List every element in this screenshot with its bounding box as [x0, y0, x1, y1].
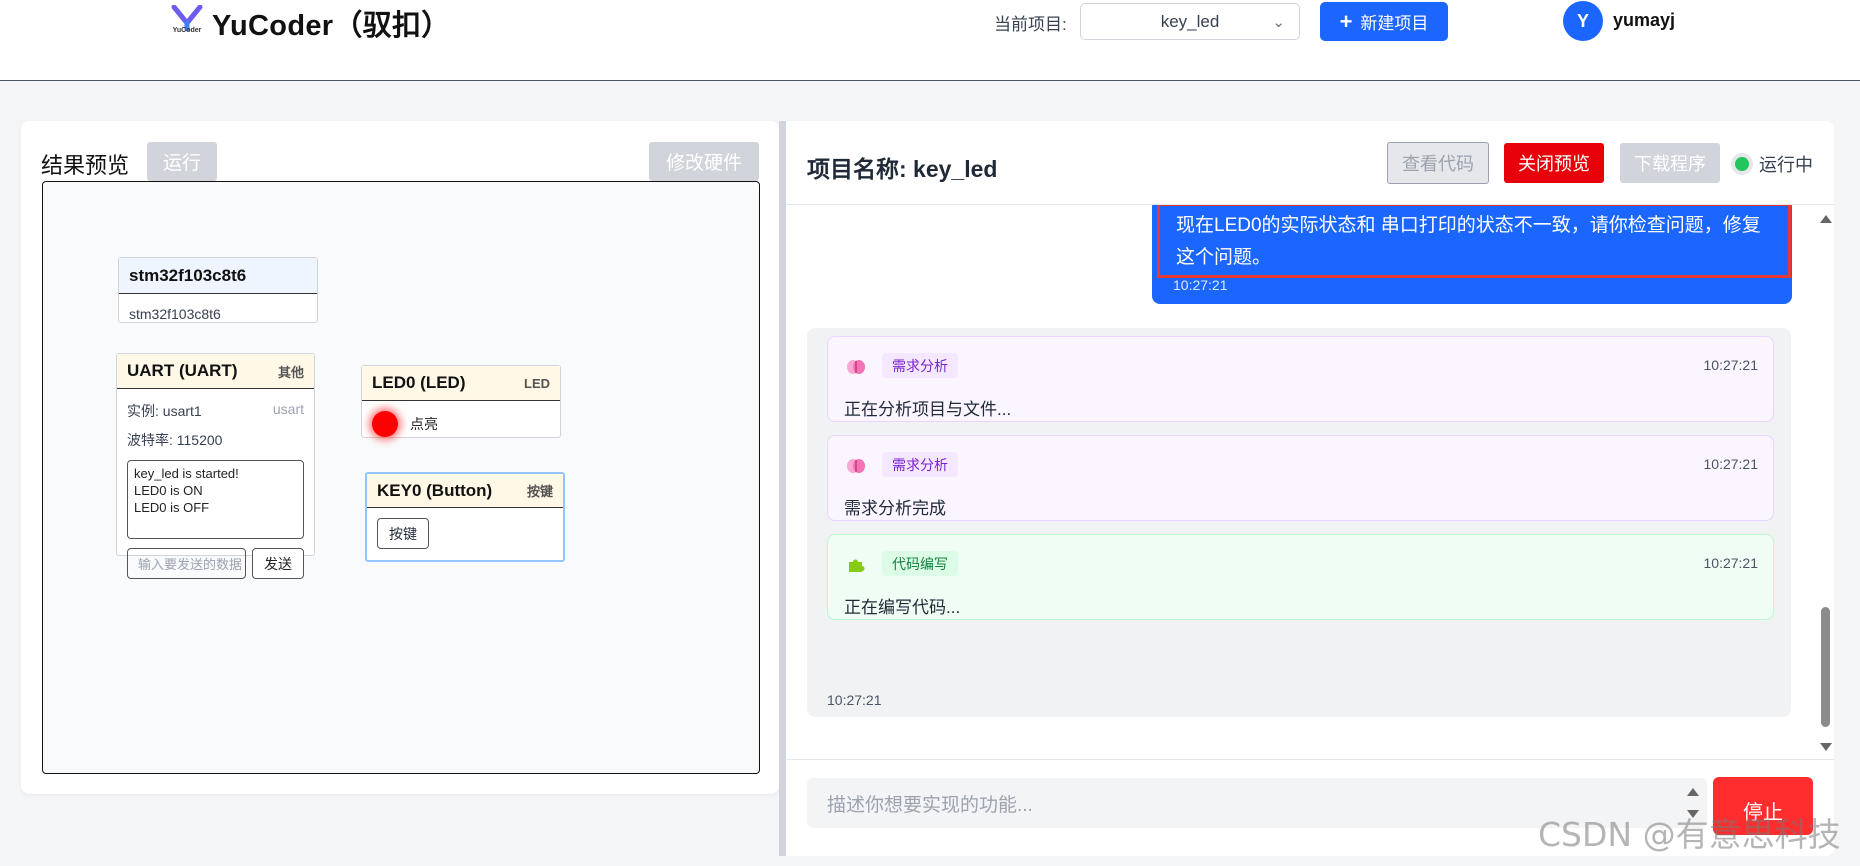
- chat-panel: 项目名称: key_led 查看代码 关闭预览 下载程序 运行中 现在LED0的…: [786, 121, 1834, 856]
- uart-baud-label: 波特率: 115200: [127, 432, 223, 448]
- step-badge: 需求分析: [882, 452, 958, 477]
- avatar[interactable]: Y: [1563, 1, 1603, 41]
- chat-panel-header: 项目名称: key_led 查看代码 关闭预览 下载程序 运行中: [786, 121, 1834, 205]
- key-press-button[interactable]: 按键: [377, 518, 429, 549]
- step-badge: 代码编写: [882, 551, 958, 576]
- hardware-canvas[interactable]: stm32f103c8t6 stm32f103c8t6 UART (UART) …: [42, 181, 760, 774]
- led-state-label: 点亮: [410, 416, 438, 432]
- project-select-value: key_led: [1160, 11, 1220, 31]
- close-preview-button[interactable]: 关闭预览: [1504, 143, 1604, 183]
- step-text: 需求分析完成: [844, 499, 946, 518]
- result-preview-panel: 结果预览 运行 修改硬件 stm32f103c8t6 stm32f103c8t6…: [21, 121, 779, 794]
- modify-hardware-button[interactable]: 修改硬件: [649, 142, 759, 181]
- app-title: YuCoder（驭扣）: [212, 10, 451, 42]
- step-text: 正在编写代码...: [844, 598, 961, 617]
- ai-step-card: 代码编写 10:27:21 正在编写代码...: [827, 534, 1774, 620]
- ai-group-time: 10:27:21: [827, 692, 882, 708]
- key-node[interactable]: KEY0 (Button) 按键 按键: [365, 472, 565, 562]
- scroll-thumb[interactable]: [1821, 607, 1830, 727]
- run-button[interactable]: 运行: [147, 142, 217, 181]
- ai-step-card: 需求分析 10:27:21 正在分析项目与文件...: [827, 336, 1774, 422]
- panel-splitter[interactable]: [779, 121, 786, 856]
- ai-step-card: 需求分析 10:27:21 需求分析完成: [827, 435, 1774, 521]
- download-program-button[interactable]: 下载程序: [1620, 143, 1720, 183]
- username[interactable]: yumayj: [1613, 10, 1675, 31]
- step-time: 10:27:21: [1703, 357, 1759, 373]
- user-message-text: 现在LED0的实际状态和 串口打印的状态不一致，请你检查问题，修复这个问题。: [1157, 205, 1791, 278]
- led-node-tag: LED: [524, 375, 550, 391]
- step-time: 10:27:21: [1703, 456, 1759, 472]
- chip-node-title: stm32f103c8t6: [119, 258, 317, 294]
- uart-node-tag: 其他: [277, 364, 304, 380]
- uart-node[interactable]: UART (UART) 其他 实例: usart1 usart 波特率: 115…: [116, 353, 315, 579]
- serial-log-line: LED0 is OFF: [134, 500, 210, 515]
- brain-icon: [844, 355, 868, 379]
- new-project-label: 新建项目: [1360, 14, 1429, 33]
- project-name-title: 项目名称: key_led: [807, 156, 998, 182]
- logo-icon: YuCoder: [170, 5, 204, 41]
- logo-subtext: YuCoder: [172, 27, 202, 34]
- user-message: 现在LED0的实际状态和 串口打印的状态不一致，请你检查问题，修复这个问题。 1…: [1152, 205, 1792, 304]
- uart-instance-label: 实例: usart1: [127, 403, 202, 419]
- serial-log[interactable]: key_led is started! LED0 is ON LED0 is O…: [127, 460, 304, 539]
- result-preview-title: 结果预览: [41, 153, 130, 178]
- led-indicator: [372, 411, 398, 437]
- step-text: 正在分析项目与文件...: [844, 400, 1012, 419]
- chat-messages[interactable]: 现在LED0的实际状态和 串口打印的状态不一致，请你检查问题，修复这个问题。 1…: [786, 205, 1834, 759]
- chevron-down-icon: ⌄: [1272, 14, 1285, 31]
- brain-icon: [844, 454, 868, 478]
- led-node[interactable]: LED0 (LED) LED 点亮: [361, 365, 561, 438]
- project-select[interactable]: key_led ⌄: [1080, 3, 1300, 40]
- app-logo[interactable]: YuCoder YuCoder（驭扣）: [170, 2, 451, 44]
- serial-send-button[interactable]: 发送: [252, 548, 304, 579]
- key-node-tag: 按键: [526, 484, 553, 499]
- run-status-label: 运行中: [1759, 155, 1813, 175]
- user-message-time: 10:27:21: [1173, 277, 1228, 293]
- chip-node[interactable]: stm32f103c8t6 stm32f103c8t6: [118, 257, 318, 323]
- uart-instance-type: usart: [272, 401, 304, 417]
- watermark: CSDN @有意思科技: [1538, 815, 1841, 854]
- view-code-button[interactable]: 查看代码: [1387, 142, 1489, 184]
- serial-log-line: key_led is started!: [134, 466, 239, 481]
- scroll-down-arrow-icon[interactable]: [1820, 743, 1832, 751]
- chat-scrollbar[interactable]: [1817, 205, 1834, 759]
- key-node-title: KEY0 (Button): [377, 480, 493, 500]
- chip-node-body: stm32f103c8t6: [129, 306, 221, 322]
- step-time: 10:27:21: [1703, 555, 1759, 571]
- step-badge: 需求分析: [882, 353, 958, 378]
- run-status: 运行中: [1731, 151, 1813, 177]
- serial-send-input[interactable]: 输入要发送的数据: [127, 548, 247, 579]
- scroll-up-arrow-icon[interactable]: [1820, 215, 1832, 223]
- plus-icon: +: [1339, 8, 1353, 34]
- serial-log-line: LED0 is ON: [134, 483, 203, 498]
- input-scroll-up-icon[interactable]: [1687, 788, 1699, 796]
- current-project-label: 当前项目:: [994, 15, 1067, 34]
- ai-message-group: 需求分析 10:27:21 正在分析项目与文件... 需求分析 10:27:21…: [807, 328, 1791, 717]
- puzzle-icon: [844, 553, 868, 577]
- uart-node-title: UART (UART): [127, 361, 238, 380]
- led-node-title: LED0 (LED): [372, 373, 466, 392]
- status-dot-icon: [1731, 153, 1753, 175]
- top-header: YuCoder YuCoder（驭扣） 当前项目: key_led ⌄ + 新建…: [0, 0, 1860, 81]
- new-project-button[interactable]: + 新建项目: [1320, 2, 1448, 41]
